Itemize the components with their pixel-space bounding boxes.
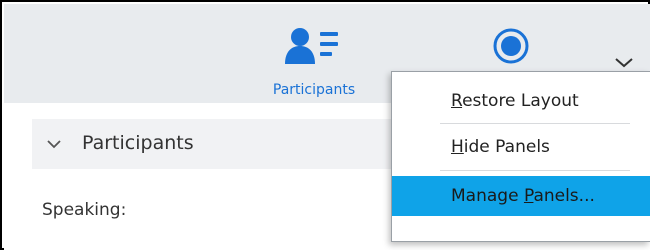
menu-separator	[440, 123, 630, 124]
menu-item-mnemonic: P	[523, 186, 534, 206]
menu-item-mnemonic: H	[451, 137, 464, 157]
menu-item-label: Manage	[451, 186, 524, 206]
more-options-button[interactable]	[612, 54, 636, 72]
menu-item-label: estore Layout	[462, 91, 579, 111]
layout-context-menu: Restore Layout Hide Panels Manage Panels…	[391, 71, 650, 242]
record-button[interactable]	[492, 27, 530, 65]
participants-button[interactable]: Participants	[254, 18, 374, 98]
chevron-down-icon	[47, 140, 61, 149]
menu-item-label: anels...	[533, 186, 595, 206]
menu-item-label: ide Panels	[463, 137, 550, 157]
menu-separator	[440, 170, 630, 171]
participants-list-icon	[285, 28, 338, 64]
menu-item-mnemonic: R	[451, 91, 463, 111]
speaking-label: Speaking:	[42, 200, 127, 220]
menu-item-restore-layout[interactable]: Restore Layout	[392, 81, 650, 121]
participants-section-title: Participants	[82, 132, 194, 154]
menu-item-manage-panels[interactable]: Manage Panels...	[392, 176, 650, 216]
participants-button-label: Participants	[272, 82, 356, 98]
chevron-down-icon	[615, 58, 633, 68]
window-frame: Participants Participants Speaking: Rest…	[0, 0, 650, 250]
menu-item-hide-panels[interactable]: Hide Panels	[392, 127, 650, 167]
record-icon	[493, 28, 529, 64]
